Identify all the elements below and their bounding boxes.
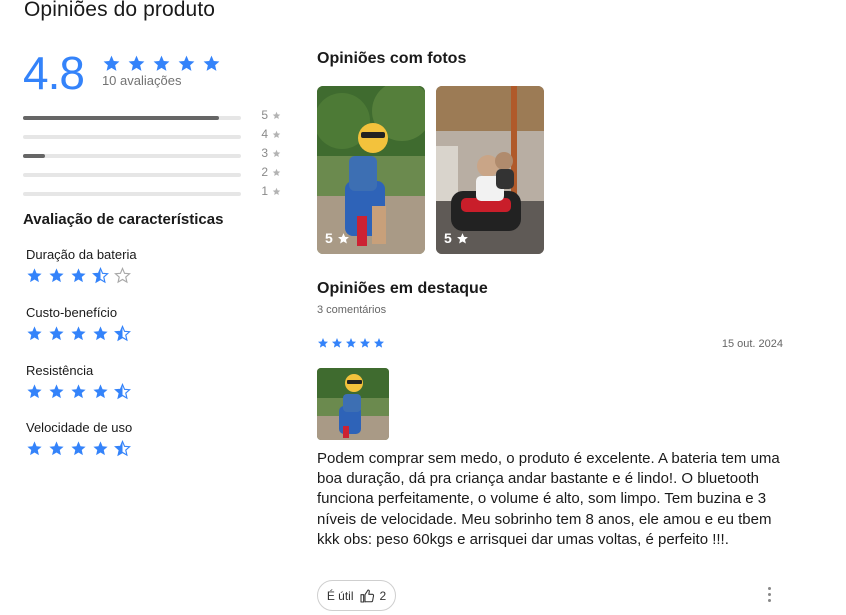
distribution-row: 5 [23, 108, 293, 127]
star-full-icon [71, 326, 86, 341]
star-full-icon [27, 326, 42, 341]
star-icon [456, 232, 468, 244]
review-photo-1[interactable]: 5 [317, 86, 425, 254]
review-count: 10 avaliações [101, 73, 182, 88]
distribution-label: 1 [261, 184, 268, 198]
feature-label: Custo-benefício [26, 305, 118, 320]
star-full-icon [93, 441, 108, 456]
star-icon [337, 232, 349, 244]
star-icon [272, 149, 281, 157]
feature-label: Resistência [26, 363, 94, 378]
overall-score: 4.8 [23, 47, 85, 99]
star-full-icon [178, 55, 195, 71]
page-title: Opiniões do produto [24, 0, 216, 21]
feature-rating: Custo-benefício [26, 305, 131, 342]
star-full-icon [318, 338, 328, 348]
feature-rating: Resistência [26, 363, 131, 400]
star-full-icon [374, 338, 384, 348]
distribution-row: 4 [23, 127, 293, 146]
star-full-icon [203, 55, 220, 71]
distribution-bar-fill [23, 116, 220, 120]
distribution-row: 2 [23, 165, 293, 184]
star-full-icon [71, 384, 86, 399]
distribution-bar-track [23, 173, 241, 177]
photo-image [436, 86, 544, 254]
distribution-bar-track [23, 192, 241, 196]
review-text: Podem comprar sem medo, o produto é exce… [317, 450, 780, 548]
distribution-row: 1 [23, 184, 293, 203]
distribution-bar-fill [23, 154, 45, 158]
star-icon [272, 111, 281, 119]
more-options-icon[interactable] [762, 587, 776, 607]
star-full-icon [103, 55, 120, 71]
distribution-label: 4 [261, 127, 268, 141]
star-full-icon [71, 441, 86, 456]
photo-rating: 5 [444, 230, 452, 246]
distribution-bar-track [23, 116, 241, 120]
distribution-label: 3 [261, 146, 268, 160]
distribution-bar-track [23, 135, 241, 139]
star-full-icon [346, 338, 356, 348]
overall-stars [102, 54, 221, 73]
review-photo-2[interactable]: 5 [436, 86, 544, 254]
star-full-icon [332, 338, 342, 348]
feature-stars [26, 325, 131, 342]
distribution-label: 2 [261, 165, 268, 179]
thumbnail-image [317, 368, 389, 440]
distribution-label: 5 [261, 108, 268, 122]
star-full-icon [93, 326, 108, 341]
star-half-icon [114, 440, 131, 457]
rating-distribution: 5 4 3 2 1 [23, 108, 293, 203]
review-stars [317, 337, 385, 349]
feature-stars [26, 440, 132, 457]
overall-rating: 4.8 10 avaliações [23, 48, 221, 98]
photo-image [317, 86, 425, 254]
features-title: Avaliação de características [23, 211, 224, 228]
star-full-icon [49, 268, 64, 283]
distribution-row: 3 [23, 146, 293, 165]
star-half-icon [92, 267, 109, 284]
feature-label: Duração da bateria [26, 247, 137, 262]
star-full-icon [153, 55, 170, 71]
star-full-icon [128, 55, 145, 71]
star-empty-icon [114, 267, 131, 284]
useful-button[interactable]: É útil 2 [317, 580, 396, 611]
star-full-icon [71, 268, 86, 283]
feature-label: Velocidade de uso [26, 420, 133, 435]
star-full-icon [49, 326, 64, 341]
feature-stars [26, 267, 137, 284]
star-half-icon [114, 325, 131, 342]
photo-rating-badge: 5 [325, 230, 350, 246]
star-icon [272, 187, 281, 195]
star-full-icon [49, 384, 64, 399]
star-icon [272, 168, 281, 176]
useful-label: É útil [326, 588, 354, 603]
comments-count: 3 comentários [317, 304, 387, 316]
feature-rating: Velocidade de uso [26, 420, 132, 457]
photos-section-title: Opiniões com fotos [317, 50, 467, 67]
star-full-icon [93, 384, 108, 399]
review-date: 15 out. 2024 [721, 338, 783, 350]
star-full-icon [360, 338, 370, 348]
featured-section-title: Opiniões em destaque [317, 280, 488, 297]
review-thumbnail[interactable] [317, 368, 389, 440]
star-icon [272, 130, 281, 138]
star-full-icon [27, 441, 42, 456]
thumbs-up-icon [359, 588, 374, 603]
useful-count: 2 [379, 588, 387, 603]
distribution-bar-track [23, 154, 241, 158]
star-full-icon [27, 268, 42, 283]
photo-rating-badge: 5 [444, 230, 469, 246]
feature-stars [26, 383, 131, 400]
star-half-icon [114, 383, 131, 400]
photo-rating: 5 [325, 230, 333, 246]
feature-rating: Duração da bateria [26, 247, 137, 284]
star-full-icon [27, 384, 42, 399]
star-full-icon [49, 441, 64, 456]
